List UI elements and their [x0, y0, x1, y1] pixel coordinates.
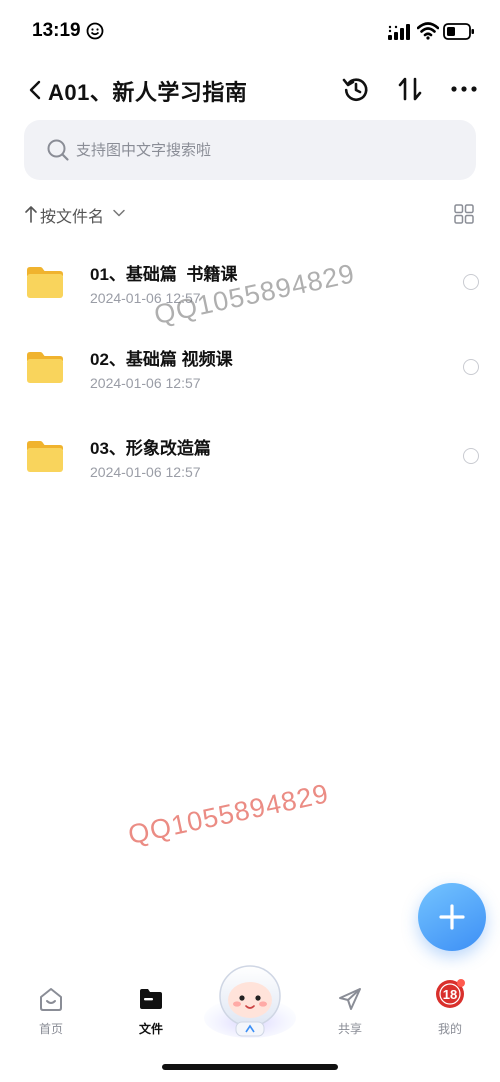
plus-icon — [439, 904, 465, 930]
tab-home[interactable]: 首页 — [21, 982, 81, 1042]
folder-icon — [27, 267, 63, 298]
cellular-signal-icon — [388, 24, 410, 40]
arrow-up-icon — [25, 206, 37, 223]
file-name: 03、形象改造篇 — [90, 439, 211, 458]
home-indicator — [162, 1064, 338, 1070]
file-date: 2024-01-06 12:57 — [90, 290, 201, 306]
smiley-icon — [86, 22, 104, 40]
status-time: 13:19 — [32, 20, 81, 41]
search-icon — [47, 139, 69, 161]
sort-toggle-icon[interactable] — [397, 75, 423, 103]
grid-view-icon[interactable] — [454, 204, 474, 224]
search-box[interactable] — [24, 120, 476, 180]
file-name: 02、基础篇 视频课 — [90, 350, 233, 369]
wifi-icon — [417, 22, 439, 40]
assistant-mascot-icon[interactable] — [200, 956, 300, 1040]
list-item[interactable]: 03、形象改造篇 2024-01-06 12:57 — [0, 418, 500, 498]
tab-label: 我的 — [437, 1022, 462, 1036]
page-title: A01、新人学习指南 — [48, 80, 248, 105]
send-icon — [339, 988, 361, 1010]
home-icon — [40, 988, 62, 1011]
file-date: 2024-01-06 12:57 — [90, 464, 201, 480]
folder-icon — [27, 352, 63, 383]
watermark: QQ1055894829 — [125, 778, 332, 851]
select-radio[interactable] — [463, 448, 479, 464]
tab-label: 首页 — [38, 1022, 63, 1036]
chevron-down-icon — [113, 209, 125, 217]
nav-bar: A01、新人学习指南 — [0, 66, 500, 114]
tab-label: 文件 — [138, 1022, 163, 1036]
sort-label: 按文件名 — [40, 209, 105, 226]
tab-files[interactable]: 文件 — [121, 982, 181, 1042]
status-bar: 13:19 — [0, 0, 500, 62]
select-radio[interactable] — [463, 274, 479, 290]
search-input[interactable] — [76, 134, 456, 166]
avatar-icon: 18 — [436, 979, 465, 1008]
history-icon[interactable] — [342, 75, 370, 103]
back-chevron-icon[interactable] — [26, 78, 46, 102]
list-item[interactable]: 01、基础篇 书籍课 2024-01-06 12:57 — [0, 244, 500, 324]
list-item[interactable]: 02、基础篇 视频课 2024-01-06 12:57 — [0, 329, 500, 409]
tab-label: 共享 — [337, 1022, 362, 1036]
svg-text:18: 18 — [443, 987, 457, 1002]
folder-icon — [27, 441, 63, 472]
select-radio[interactable] — [463, 359, 479, 375]
tab-share[interactable]: 共享 — [320, 982, 380, 1042]
file-name: 01、基础篇 书籍课 — [90, 265, 238, 284]
file-date: 2024-01-06 12:57 — [90, 375, 201, 391]
add-button[interactable] — [418, 883, 486, 951]
battery-icon — [443, 23, 474, 40]
folder-icon — [140, 989, 162, 1009]
more-icon[interactable] — [450, 75, 478, 103]
